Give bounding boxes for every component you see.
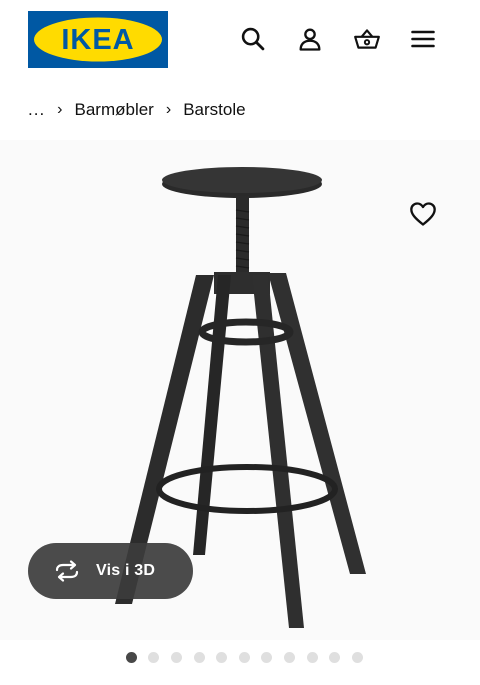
carousel-dot[interactable]: [283, 652, 295, 663]
breadcrumb-ellipsis[interactable]: ...: [28, 100, 45, 120]
carousel-dot[interactable]: [238, 652, 250, 663]
carousel-dot[interactable]: [193, 652, 205, 663]
menu-icon[interactable]: [408, 24, 438, 54]
search-icon[interactable]: [238, 24, 268, 54]
basket-icon[interactable]: [352, 24, 382, 54]
carousel-dot[interactable]: [148, 652, 160, 663]
breadcrumb-item-barmobler[interactable]: Barmøbler: [75, 100, 154, 120]
carousel-dot[interactable]: [261, 652, 273, 663]
chevron-right-icon: ›: [165, 101, 172, 118]
site-header: IKEA: [0, 0, 480, 78]
view-in-3d-button[interactable]: Vis i 3D: [28, 543, 193, 599]
user-icon[interactable]: [295, 24, 325, 54]
ikea-logo[interactable]: IKEA: [28, 11, 168, 68]
logo-text: IKEA: [61, 24, 134, 56]
chevron-right-icon: ›: [57, 101, 63, 118]
carousel-dot[interactable]: [329, 652, 341, 663]
carousel-dot[interactable]: [216, 652, 228, 663]
view-in-3d-label: Vis i 3D: [96, 562, 156, 579]
carousel-dot[interactable]: [351, 652, 363, 663]
breadcrumb: ... › Barmøbler › Barstole: [28, 98, 246, 122]
rotate-icon: [55, 560, 79, 582]
breadcrumb-item-barstole[interactable]: Barstole: [183, 100, 245, 120]
carousel-dot[interactable]: [306, 652, 318, 663]
heart-icon[interactable]: [406, 198, 440, 230]
carousel-pagination: [120, 652, 369, 663]
carousel-dot[interactable]: [170, 652, 182, 663]
carousel-dot[interactable]: [125, 652, 137, 663]
